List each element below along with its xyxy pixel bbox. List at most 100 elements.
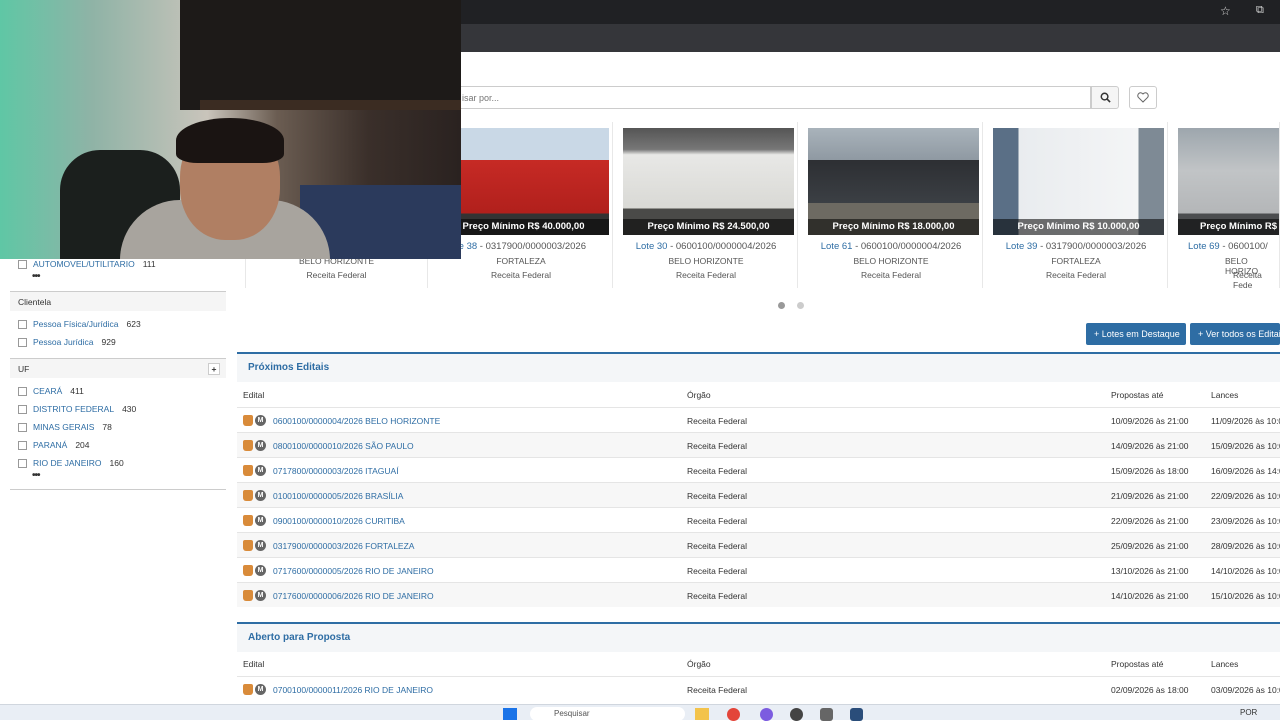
- carousel-card[interactable]: Preço Mínimo R$ 10.000,00 Lote 39 - 0317…: [985, 122, 1168, 288]
- lock-icon: [243, 515, 253, 526]
- checkbox[interactable]: [18, 386, 27, 396]
- edital-link[interactable]: 0800100/0000010/2026 SÃO PAULO: [273, 441, 414, 451]
- row-icons: M: [243, 515, 266, 526]
- language-indicator[interactable]: POR: [1240, 708, 1257, 717]
- filter-uf[interactable]: DISTRITO FEDERAL 430: [18, 404, 136, 414]
- row-icons: M: [243, 465, 266, 476]
- table-row[interactable]: M 0900100/0000010/2026 CURITIBA Receita Fe…: [237, 507, 1280, 532]
- filter-label[interactable]: PARANÁ: [33, 440, 67, 450]
- filter-label[interactable]: MINAS GERAIS: [33, 422, 94, 432]
- edital-link[interactable]: 0717600/0000005/2026 RIO DE JANEIRO: [273, 566, 434, 576]
- lotes-destaque-button[interactable]: + Lotes em Destaque: [1086, 323, 1186, 345]
- edital-link[interactable]: 0717600/0000006/2026 RIO DE JANEIRO: [273, 591, 434, 601]
- propostas-cell: 15/09/2026 às 18:00: [1111, 466, 1189, 476]
- lances-cell: 23/09/2026 às 10:0: [1211, 516, 1280, 526]
- edital-link[interactable]: 0100100/0000005/2026 BRASÍLIA: [273, 491, 403, 501]
- checkbox[interactable]: [18, 440, 27, 450]
- lances-cell: 15/09/2026 às 10:0: [1211, 441, 1280, 451]
- propostas-cell: 21/09/2026 às 21:00: [1111, 491, 1189, 501]
- filter-uf[interactable]: RIO DE JANEIRO 160: [18, 458, 124, 468]
- lote-number[interactable]: Lote 39: [1006, 241, 1038, 252]
- card-city: BELO HORIZONTE: [668, 256, 744, 266]
- discord-icon[interactable]: [760, 708, 773, 721]
- propostas-cell: 25/09/2026 às 21:00: [1111, 541, 1189, 551]
- expand-plus-icon[interactable]: +: [208, 363, 220, 375]
- steam-icon[interactable]: [850, 708, 863, 721]
- checkbox[interactable]: [18, 458, 27, 468]
- table-row[interactable]: M 0700100/0000011/2026 RIO DE JANEIRO Rece…: [237, 676, 1280, 701]
- filter-uf[interactable]: CEARÁ 411: [18, 386, 84, 396]
- filter-clientela[interactable]: Pessoa Física/Jurídica 623: [18, 319, 141, 329]
- file-explorer-icon[interactable]: [695, 708, 709, 720]
- card-lote[interactable]: Lote 61 - 0600100/0000004/2026: [800, 241, 982, 252]
- carousel-card[interactable]: Preço Mínimo R$ 24.500,00 Lote 30 - 0600…: [615, 122, 798, 288]
- lances-cell: 22/09/2026 às 10:0: [1211, 491, 1280, 501]
- checkbox[interactable]: [18, 404, 27, 414]
- table-row[interactable]: M 0317900/0000003/2026 FORTALEZA Receita F…: [237, 532, 1280, 557]
- lances-cell: 11/09/2026 às 10:0: [1211, 416, 1280, 426]
- favorites-button[interactable]: [1129, 86, 1157, 109]
- filter-label[interactable]: Pessoa Jurídica: [33, 337, 93, 347]
- settings-icon[interactable]: [820, 708, 833, 721]
- vehicle-photo: Preço Mínimo R$ 18.000,00: [808, 128, 979, 235]
- filter-label[interactable]: CEARÁ: [33, 386, 62, 396]
- chrome-icon[interactable]: [727, 708, 740, 721]
- checkbox[interactable]: [18, 337, 27, 347]
- more-link[interactable]: •••: [32, 470, 40, 481]
- carousel-card[interactable]: Preço Mínimo R$ 18.000,00 Lote 61 - 0600…: [800, 122, 983, 288]
- windows-start-icon[interactable]: [503, 708, 517, 720]
- app-icon[interactable]: [790, 708, 803, 721]
- carousel-dot-active[interactable]: [778, 302, 785, 309]
- card-price: Preço Mínimo R$ 40.000,00: [438, 219, 609, 235]
- card-org: Receita Federal: [860, 270, 921, 280]
- m-badge-icon: M: [255, 590, 266, 601]
- card-lote[interactable]: Lote 69 - 0600100/: [1170, 241, 1279, 252]
- table-row[interactable]: M 0600100/0000004/2026 BELO HORIZONTE Rece…: [237, 407, 1280, 432]
- filter-label[interactable]: DISTRITO FEDERAL: [33, 404, 114, 414]
- lock-icon: [243, 540, 253, 551]
- taskbar-search[interactable]: Pesquisar: [530, 707, 685, 721]
- edital-link[interactable]: 0700100/0000011/2026 RIO DE JANEIRO: [273, 685, 433, 695]
- table-row[interactable]: M 0717800/0000003/2026 ITAGUAÍ Receita Fed…: [237, 457, 1280, 482]
- orgao-cell: Receita Federal: [687, 416, 748, 426]
- card-lote[interactable]: Lote 30 - 0600100/0000004/2026: [615, 241, 797, 252]
- lote-code: - 0600100/0000004/2026: [667, 241, 777, 252]
- edital-link[interactable]: 0900100/0000010/2026 CURITIBA: [273, 516, 405, 526]
- carousel-card[interactable]: Preço Mínimo R$ Lote 69 - 0600100/ BELO …: [1170, 122, 1280, 288]
- card-lote[interactable]: Lote 39 - 0317900/0000003/2026: [985, 241, 1167, 252]
- lote-number[interactable]: Lote 69: [1188, 241, 1220, 252]
- table-row[interactable]: M 0717600/0000005/2026 RIO DE JANEIRO Rece…: [237, 557, 1280, 582]
- more-link[interactable]: •••: [32, 271, 40, 282]
- filter-automovel[interactable]: AUTOMOVEL/UTILITARIO 111: [18, 259, 156, 269]
- card-city: BELO HORIZONTE: [853, 256, 929, 266]
- filter-count: 204: [75, 440, 90, 450]
- table-row[interactable]: M 0717600/0000006/2026 RIO DE JANEIRO Rece…: [237, 582, 1280, 607]
- col-propostas: Propostas até: [1111, 390, 1164, 400]
- edital-link[interactable]: 0317900/0000003/2026 FORTALEZA: [273, 541, 414, 551]
- filter-clientela[interactable]: Pessoa Jurídica 929: [18, 337, 116, 347]
- filter-label[interactable]: AUTOMOVEL/UTILITARIO: [33, 259, 135, 269]
- filter-label[interactable]: RIO DE JANEIRO: [33, 458, 101, 468]
- table-row[interactable]: M 0100100/0000005/2026 BRASÍLIA Receita Fe…: [237, 482, 1280, 507]
- search-button[interactable]: [1091, 86, 1119, 109]
- filter-label[interactable]: Pessoa Física/Jurídica: [33, 319, 119, 329]
- ver-todos-editais-button[interactable]: + Ver todos os Editais: [1190, 323, 1280, 345]
- lote-number[interactable]: Lote 61: [821, 241, 853, 252]
- search-input[interactable]: [456, 87, 1090, 108]
- filter-count: 160: [109, 458, 124, 468]
- filter-uf[interactable]: PARANÁ 204: [18, 440, 90, 450]
- edital-link[interactable]: 0717800/0000003/2026 ITAGUAÍ: [273, 466, 399, 476]
- extensions-icon[interactable]: ⧉: [1256, 4, 1264, 17]
- checkbox[interactable]: [18, 319, 27, 329]
- checkbox[interactable]: [18, 259, 27, 269]
- lote-number[interactable]: Lote 30: [636, 241, 668, 252]
- search-field[interactable]: [455, 86, 1091, 109]
- table-row[interactable]: M 0800100/0000010/2026 SÃO PAULO Receita F…: [237, 432, 1280, 457]
- filter-uf[interactable]: MINAS GERAIS 78: [18, 422, 112, 432]
- checkbox[interactable]: [18, 422, 27, 432]
- carousel-dot[interactable]: [797, 302, 804, 309]
- m-badge-icon: M: [255, 565, 266, 576]
- heart-icon: [1137, 92, 1149, 103]
- bookmark-star-icon[interactable]: ☆: [1220, 4, 1231, 18]
- edital-link[interactable]: 0600100/0000004/2026 BELO HORIZONTE: [273, 416, 440, 426]
